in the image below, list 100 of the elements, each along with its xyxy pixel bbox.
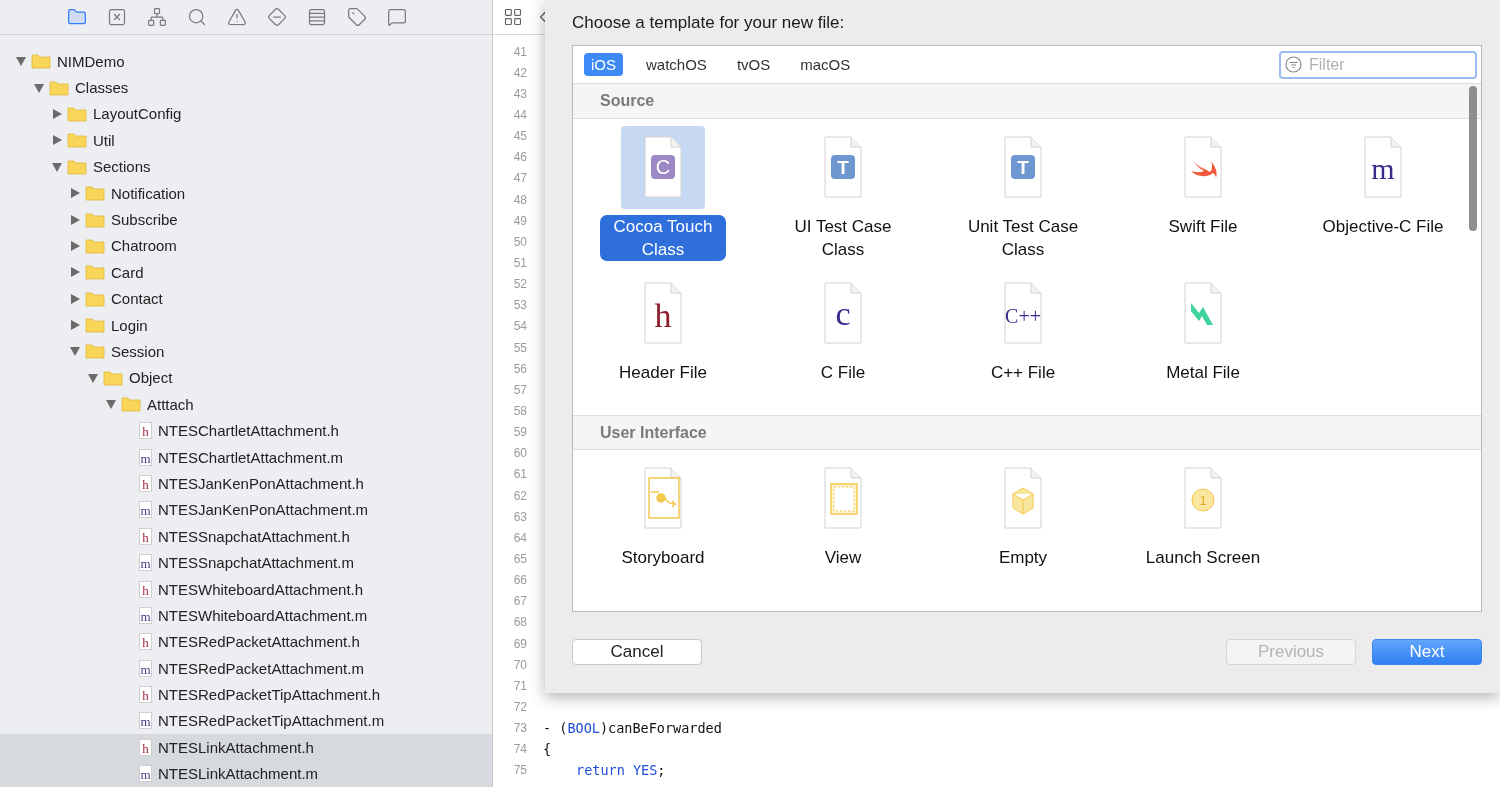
template-label[interactable]: Launch Screen <box>1123 546 1283 569</box>
source-file-icon: m <box>139 554 152 572</box>
diamond-minus-icon[interactable] <box>265 5 289 29</box>
tree-row[interactable]: Notification <box>0 179 492 207</box>
line-number: 67 <box>512 594 527 609</box>
tree-row[interactable]: h NTESWhiteboardAttachment.h <box>0 575 492 603</box>
template-label[interactable]: Empty <box>943 546 1103 569</box>
collapsed-triangle-icon[interactable] <box>51 107 63 120</box>
section-header: User Interface <box>573 415 1481 450</box>
expanded-triangle-icon[interactable] <box>51 160 63 173</box>
collapsed-triangle-icon[interactable] <box>69 239 81 252</box>
platform-tab[interactable]: tvOS <box>729 53 778 76</box>
template-label[interactable]: Objective-C File <box>1303 215 1463 238</box>
tree-row[interactable]: m NTESJanKenPonAttachment.m <box>0 496 492 524</box>
collapsed-triangle-icon[interactable] <box>69 292 81 305</box>
code-line: - (BOOL)canBeForwarded <box>543 720 722 737</box>
sheet-title: Choose a template for your new file: <box>572 13 846 34</box>
template-label[interactable]: View <box>763 546 923 569</box>
tree-row[interactable]: m NTESSnapchatAttachment.m <box>0 549 492 576</box>
line-number: 49 <box>512 213 527 228</box>
tree-row[interactable]: Card <box>0 259 492 286</box>
tree-row[interactable]: h NTESSnapchatAttachment.h <box>0 523 492 550</box>
tree-row[interactable]: Atttach <box>0 391 492 418</box>
filter-field[interactable]: Filter <box>1279 50 1477 79</box>
template-label[interactable]: C File <box>763 361 923 384</box>
expanded-triangle-icon[interactable] <box>87 371 99 384</box>
line-number: 74 <box>512 742 527 757</box>
tree-row[interactable]: Subscribe <box>0 206 492 233</box>
expanded-triangle-icon[interactable] <box>33 81 45 94</box>
collapsed-triangle-icon[interactable] <box>69 213 81 226</box>
template-label[interactable]: C++ File <box>943 361 1103 384</box>
expanded-triangle-icon[interactable] <box>69 345 81 358</box>
tree-row[interactable]: h NTESRedPacketAttachment.h <box>0 628 492 655</box>
line-number: 54 <box>512 319 527 334</box>
folder-icon <box>85 317 105 334</box>
tree-row[interactable]: m NTESRedPacketAttachment.m <box>0 655 492 682</box>
tree-row[interactable]: Classes <box>0 74 492 101</box>
file-name: Session <box>111 343 165 360</box>
tree-row[interactable]: Session <box>0 338 492 365</box>
line-number: 50 <box>512 234 527 249</box>
tree-row[interactable]: Chatroom <box>0 232 492 260</box>
source-file-icon: m <box>139 765 152 783</box>
tag-icon[interactable] <box>345 5 369 29</box>
template-label[interactable]: Swift File <box>1123 215 1283 238</box>
file-name: NTESSnapchatAttachment.m <box>158 554 354 572</box>
file-name: NTESJanKenPonAttachment.h <box>158 474 364 492</box>
hierarchy-icon[interactable] <box>145 5 169 29</box>
folder-icon <box>67 132 87 149</box>
folder-icon <box>85 264 105 281</box>
template-label[interactable]: Header File <box>583 361 743 384</box>
tree-row[interactable]: NIMDemo <box>0 48 492 75</box>
collapsed-triangle-icon[interactable] <box>69 319 81 332</box>
tree-row[interactable]: h NTESJanKenPonAttachment.h <box>0 470 492 497</box>
tree-row[interactable]: h NTESChartletAttachment.h <box>0 417 492 444</box>
tree-row[interactable]: m NTESWhiteboardAttachment.m <box>0 602 492 629</box>
file-name: NTESChartletAttachment.h <box>158 422 339 440</box>
tree-row[interactable]: h NTESLinkAttachment.h <box>0 734 492 761</box>
line-number: 55 <box>512 340 527 355</box>
line-number: 43 <box>512 86 527 101</box>
template-label[interactable]: Unit Test Case Class <box>943 215 1103 261</box>
grid-icon[interactable] <box>503 7 523 27</box>
line-number: 56 <box>512 361 527 376</box>
source-file-icon: m <box>139 712 152 730</box>
platform-tab[interactable]: macOS <box>793 53 858 76</box>
folder-icon <box>85 290 105 307</box>
code-line: return YES; <box>576 762 666 779</box>
file-name: NTESSnapchatAttachment.h <box>158 527 350 545</box>
tree-row[interactable]: Login <box>0 311 492 339</box>
line-number: 48 <box>512 192 527 207</box>
tree-row[interactable]: Object <box>0 364 492 392</box>
line-number: 71 <box>512 678 527 693</box>
tree-row[interactable]: h NTESRedPacketTipAttachment.h <box>0 681 492 708</box>
tree-row[interactable]: LayoutConfig <box>0 100 492 128</box>
line-number: 41 <box>512 44 527 59</box>
tree-row[interactable]: Contact <box>0 285 492 312</box>
expanded-triangle-icon[interactable] <box>105 398 117 411</box>
line-number: 73 <box>512 721 527 736</box>
scrollbar-thumb[interactable] <box>1469 86 1477 231</box>
tree-row[interactable]: m NTESRedPacketTipAttachment.m <box>0 707 492 735</box>
tree-row[interactable]: Sections <box>0 153 492 180</box>
collapsed-triangle-icon[interactable] <box>69 187 81 200</box>
platform-tab[interactable]: watchOS <box>639 53 714 76</box>
template-label[interactable]: Storyboard <box>583 546 743 569</box>
source-file-icon: m <box>139 659 152 677</box>
folder-icon <box>121 396 141 413</box>
template-label[interactable]: UI Test Case Class <box>763 215 923 261</box>
code-line: { <box>543 741 552 758</box>
collapsed-triangle-icon[interactable] <box>69 266 81 279</box>
folder-icon <box>85 237 105 254</box>
cancel-button[interactable]: Cancel <box>572 639 702 665</box>
folder-icon <box>31 53 51 70</box>
template-label[interactable]: Metal File <box>1123 361 1283 384</box>
collapsed-triangle-icon[interactable] <box>51 134 63 147</box>
file-name: Login <box>111 316 148 334</box>
template-label[interactable]: Cocoa Touch Class <box>600 215 726 261</box>
tree-row[interactable]: Util <box>0 127 492 154</box>
expanded-triangle-icon[interactable] <box>15 55 27 68</box>
tree-row[interactable]: m NTESLinkAttachment.m <box>0 760 492 787</box>
tree-row[interactable]: m NTESChartletAttachment.m <box>0 443 492 471</box>
line-number: 63 <box>512 509 527 524</box>
